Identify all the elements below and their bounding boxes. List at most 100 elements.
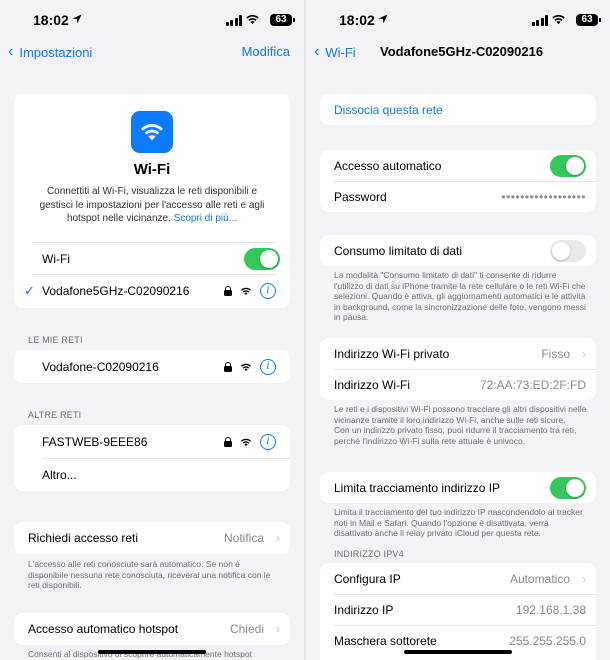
network-name: FASTWEB-9EEE86 [42, 434, 148, 449]
configure-ip-label: Configura IP [334, 571, 401, 586]
home-indicator[interactable] [98, 650, 206, 654]
password-label: Password [334, 189, 387, 204]
other-networks-header: ALTRE RETI [28, 410, 82, 420]
ip-address-value: 192.168.1.38 [515, 602, 586, 617]
password-row[interactable]: Password •••••••••••••••••• [320, 181, 596, 212]
password-value: •••••••••••••••••• [501, 189, 586, 204]
wifi-status-icon [552, 14, 565, 25]
other-network-row[interactable]: Altro... [14, 459, 290, 490]
other-networks-card: FASTWEB-9EEE86 i Altro... [14, 425, 290, 491]
subnet-value: 255.255.255.0 [509, 633, 586, 648]
private-address-row[interactable]: Indirizzo Wi-Fi privato Fisso › [320, 338, 596, 369]
limit-tracking-label: Limita tracciamento indirizzo IP [334, 480, 501, 495]
network-detail-pane: 18:02 63 ‹ Wi-Fi Vodafone5GHz-C02090216 … [306, 0, 610, 660]
auto-join-card: Accesso automatico Password ••••••••••••… [320, 150, 596, 212]
ask-join-row[interactable]: Richiedi accesso reti Notifica › [14, 522, 290, 553]
wifi-toggle-row: Wi-Fi [14, 243, 290, 274]
back-button[interactable]: ‹ Wi-Fi [314, 44, 356, 60]
limit-tracking-row: Limita tracciamento indirizzo IP [320, 472, 596, 503]
chevron-left-icon: ‹ [8, 43, 14, 60]
info-icon[interactable]: i [260, 282, 276, 299]
home-indicator[interactable] [404, 650, 512, 654]
wifi-signal-icon [240, 438, 252, 446]
ipv4-header: INDIRIZZO IPV4 [334, 549, 404, 559]
ip-address-label: Indirizzo IP [334, 602, 394, 617]
page-title: Wi-Fi [133, 161, 171, 178]
cellular-signal-icon [225, 15, 242, 26]
forget-network-button[interactable]: Dissocia questa rete [320, 94, 596, 125]
location-arrow-icon [72, 14, 82, 24]
lock-icon [224, 285, 232, 296]
wifi-hero-card: Wi-Fi Connettiti al Wi-Fi, visualizza le… [14, 94, 290, 308]
wifi-toggle-label: Wi-Fi [42, 251, 70, 266]
my-networks-card: Vodafone-C02090216 i [14, 350, 290, 383]
location-arrow-icon [378, 14, 388, 24]
edit-button[interactable]: Modifica [242, 44, 290, 59]
configure-ip-row[interactable]: Configura IP Automatico › [320, 563, 596, 594]
battery-indicator: 63 [576, 14, 601, 26]
connected-network-name: Vodafone5GHz-C02090216 [42, 283, 190, 298]
wifi-signal-icon [240, 363, 252, 371]
wifi-status-icon [246, 14, 259, 25]
forget-card: Dissocia questa rete [320, 94, 596, 125]
page-title: Vodafone5GHz-C02090216 [380, 44, 544, 59]
low-data-row: Consumo limitato di dati [320, 235, 596, 266]
info-icon[interactable]: i [260, 433, 276, 450]
lock-icon [224, 361, 232, 372]
ask-join-value: Notifica [223, 530, 264, 545]
nav-bar: ‹ Impostazioni Modifica [0, 44, 304, 64]
chevron-right-icon: › [582, 571, 586, 586]
network-icons: i [224, 358, 276, 375]
battery-indicator: 63 [270, 14, 295, 26]
wifi-address-label: Indirizzo Wi-Fi [334, 377, 411, 392]
back-button[interactable]: ‹ Impostazioni [8, 44, 92, 60]
ask-join-card: Richiedi accesso reti Notifica › [14, 522, 290, 554]
limit-tracking-note: Limita il tracciamento del tuo indirizzo… [334, 507, 583, 538]
low-data-toggle[interactable] [550, 239, 586, 262]
status-bar: 18:02 63 [306, 12, 610, 30]
limit-tracking-card: Limita tracciamento indirizzo IP [320, 472, 596, 503]
ipv4-card: Configura IP Automatico › Indirizzo IP 1… [320, 563, 596, 660]
low-data-card: Consumo limitato di dati [320, 235, 596, 266]
auto-join-toggle[interactable] [550, 154, 586, 177]
wifi-app-icon [131, 111, 173, 153]
connected-network-row[interactable]: ✓ Vodafone5GHz-C02090216 i [14, 275, 290, 306]
learn-more-link[interactable]: Scopri di più... [174, 213, 237, 224]
back-label: Wi-Fi [325, 44, 356, 60]
ip-address-row: Indirizzo IP 192.168.1.38 [320, 594, 596, 625]
configure-ip-value: Automatico [509, 571, 570, 586]
private-address-value: Fisso [541, 346, 570, 361]
network-row[interactable]: FASTWEB-9EEE86 i [14, 426, 290, 457]
hotspot-row[interactable]: Accesso automatico hotspot Chiedi › [14, 613, 290, 644]
chevron-left-icon: ‹ [314, 43, 320, 60]
subnet-label: Maschera sottorete [334, 633, 437, 648]
private-address-card: Indirizzo Wi-Fi privato Fisso › Indirizz… [320, 338, 596, 400]
wifi-settings-pane: 18:02 63 ‹ Impostazioni Modifica Wi-Fi C… [0, 0, 304, 660]
network-icons: i [224, 282, 276, 299]
wifi-address-row: Indirizzo Wi-Fi 72:AA:73:ED:2F:FD [320, 369, 596, 400]
wifi-toggle[interactable] [244, 247, 280, 270]
network-icons: i [224, 433, 276, 450]
status-time: 18:02 [339, 12, 375, 28]
wifi-description: Connettiti al Wi-Fi, visualizza le reti … [34, 185, 270, 226]
low-data-label: Consumo limitato di dati [334, 243, 463, 258]
private-address-note: Le reti e i dispositivi Wi-Fi possono tr… [334, 404, 587, 446]
private-address-label: Indirizzo Wi-Fi privato [334, 346, 450, 361]
status-bar: 18:02 63 [0, 12, 304, 30]
limit-tracking-toggle[interactable] [550, 476, 586, 499]
ask-join-note: L'accesso alle reti conosciute sarà auto… [28, 559, 271, 590]
ask-join-label: Richiedi accesso reti [28, 530, 139, 545]
my-networks-header: LE MIE RETI [28, 335, 83, 345]
low-data-note: La modalità "Consumo limitato di dati" t… [334, 270, 586, 322]
lock-icon [224, 436, 232, 447]
info-icon[interactable]: i [260, 358, 276, 375]
network-name: Vodafone-C02090216 [42, 359, 159, 374]
chevron-right-icon: › [582, 346, 586, 361]
nav-bar: ‹ Wi-Fi Vodafone5GHz-C02090216 [306, 44, 610, 64]
checkmark-icon: ✓ [24, 282, 35, 298]
cellular-signal-icon [531, 15, 548, 26]
forget-network-label: Dissocia questa rete [334, 102, 443, 117]
network-row[interactable]: Vodafone-C02090216 i [14, 351, 290, 382]
auto-join-label: Accesso automatico [334, 158, 442, 173]
wifi-signal-icon [240, 287, 252, 295]
